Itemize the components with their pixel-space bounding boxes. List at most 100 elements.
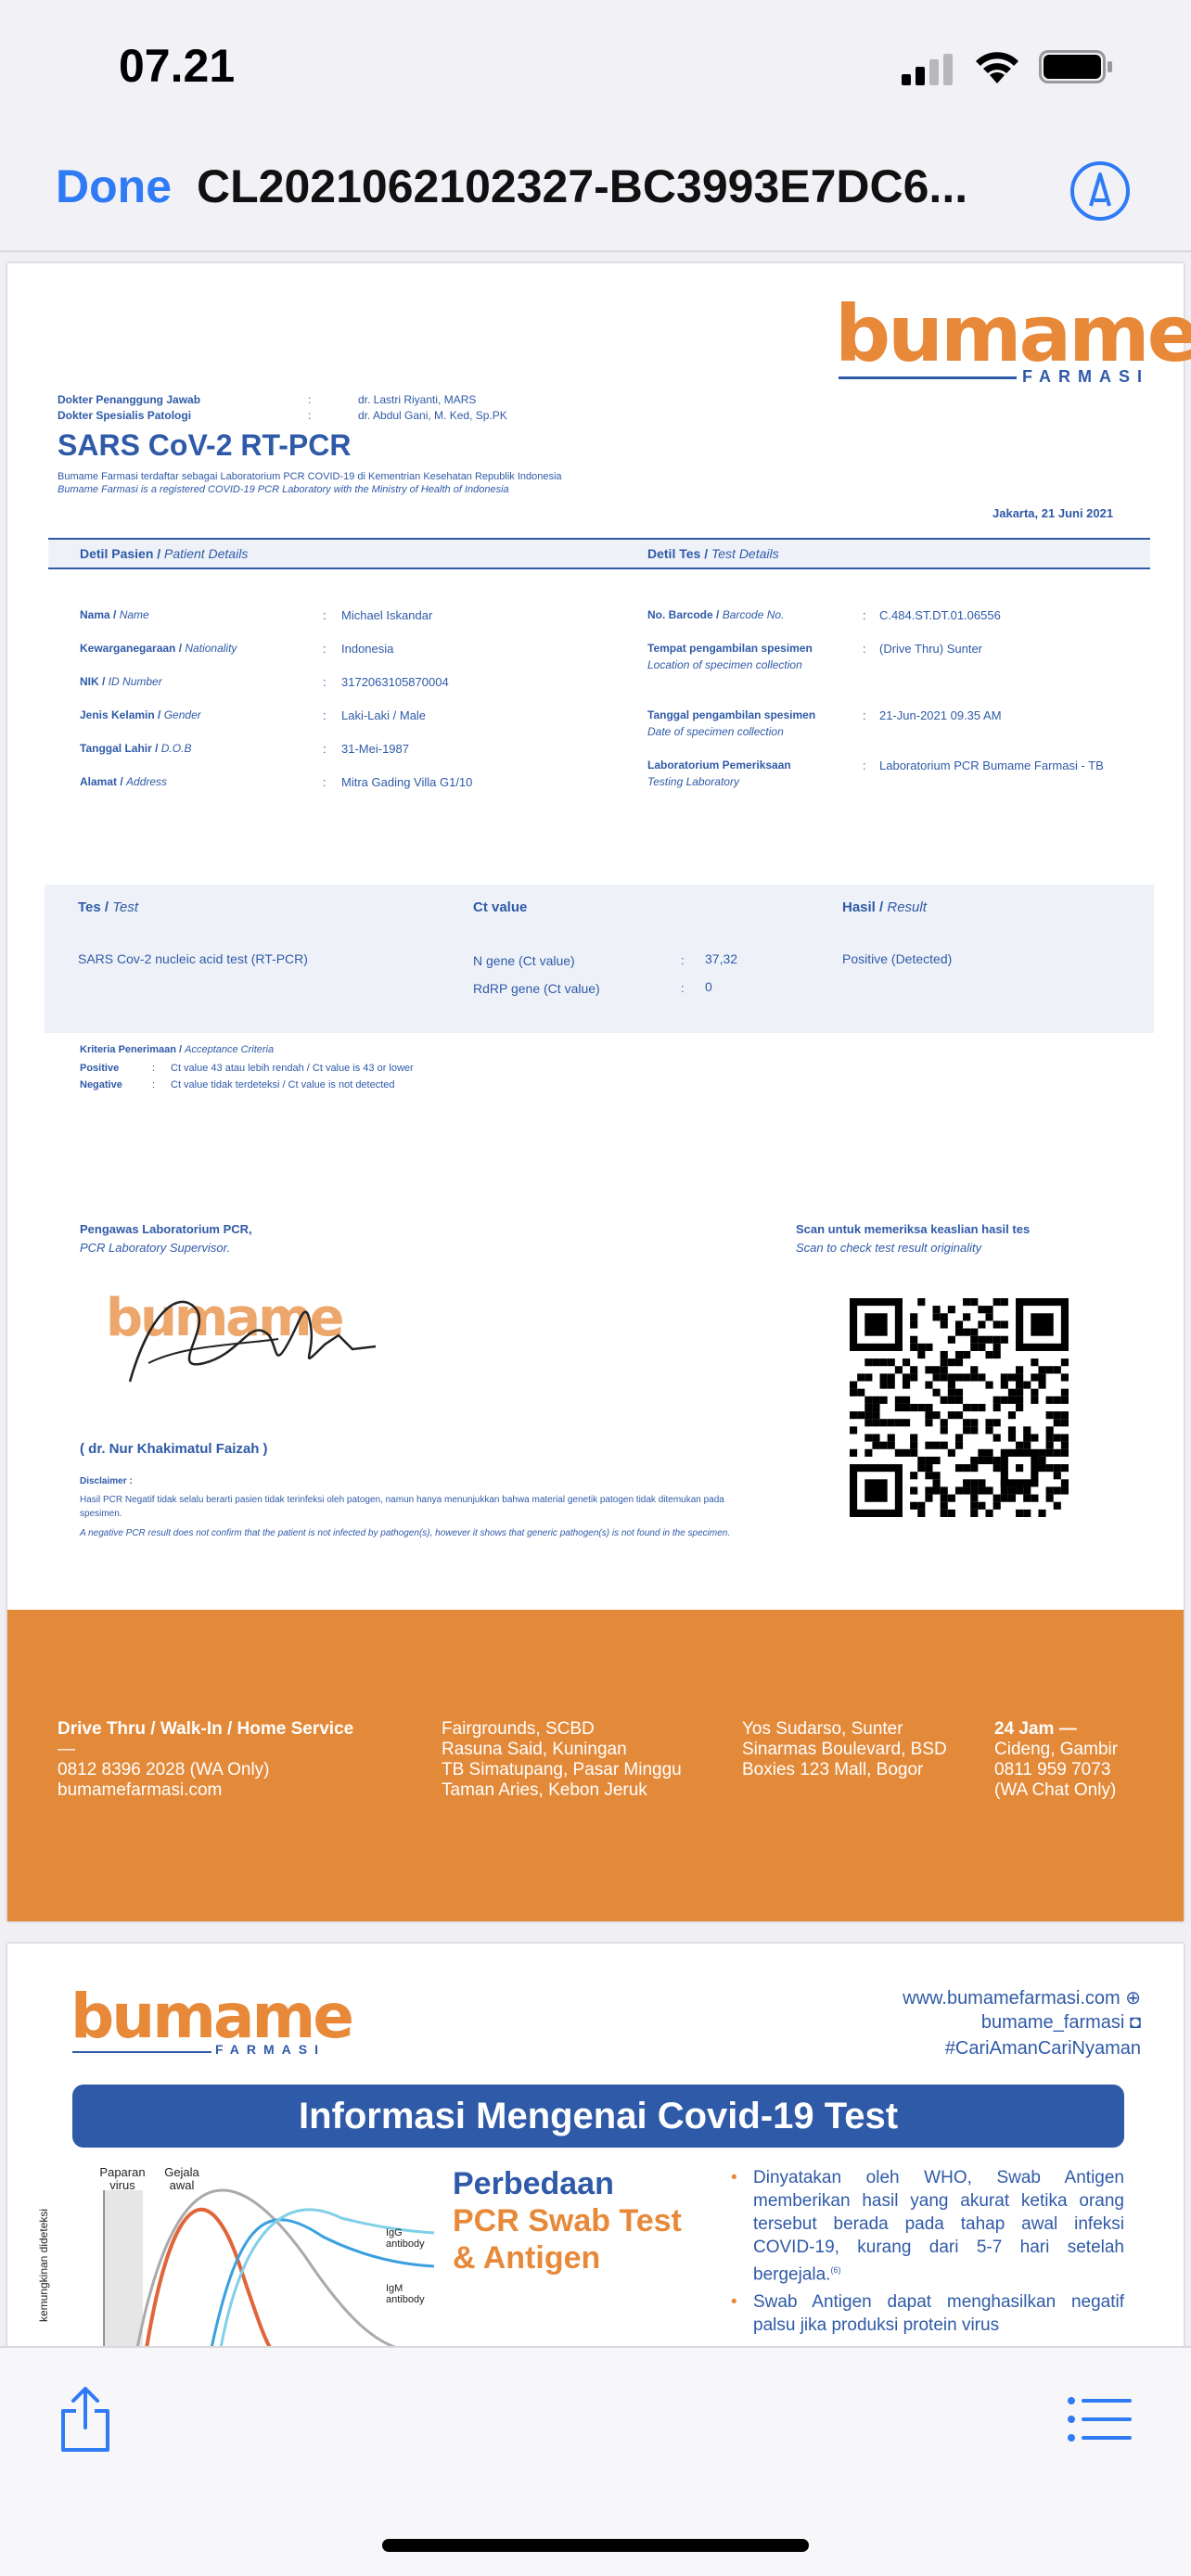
share-icon[interactable] xyxy=(58,2385,113,2454)
supervisor-label-en: PCR Laboratory Supervisor. xyxy=(80,1241,231,1255)
test-field-label: Laboratorium Pemeriksaan xyxy=(647,759,791,772)
test-field-label: Tanggal pengambilan spesimen xyxy=(647,708,816,721)
footer-line: — xyxy=(58,1740,75,1759)
patient-field-label: Nama / Name xyxy=(80,608,149,621)
signature xyxy=(128,1300,377,1383)
n-gene-label: N gene (Ct value) xyxy=(473,953,575,968)
report-date: Jakarta, 21 Juni 2021 xyxy=(992,506,1114,520)
test-field-sublabel: Testing Laboratory xyxy=(647,775,739,788)
disclaimer-heading: Disclaimer : xyxy=(80,1476,133,1486)
footer-line: bumamefarmasi.com xyxy=(58,1780,223,1800)
supervisor-label: Pengawas Laboratorium PCR, xyxy=(80,1222,252,1236)
rdrp-gene-label: RdRP gene (Ct value) xyxy=(473,981,600,996)
patient-field-value: Michael Iskandar xyxy=(341,608,433,622)
chart-label-exposure: Paparan virus xyxy=(99,2165,146,2192)
patient-field-value: 3172063105870004 xyxy=(341,675,449,689)
disclaimer-en: A negative PCR result does not confirm t… xyxy=(80,1528,731,1538)
chart-label-symptom: Gejala awal xyxy=(164,2165,199,2192)
patient-field-value: Indonesia xyxy=(341,642,394,656)
footer-col3: Yos Sudarso, Sunter Sinarmas Boulevard, B… xyxy=(742,1719,983,1780)
diff-title-1: Perbedaan xyxy=(453,2166,614,2201)
footer-line: TB Simatupang, Pasar Minggu xyxy=(442,1760,682,1779)
footer-line: 0811 959 7073 xyxy=(994,1760,1111,1779)
done-button[interactable]: Done xyxy=(56,159,172,213)
footer-line: Rasuna Said, Kuningan xyxy=(442,1740,627,1759)
diff-title-2: PCR Swab Test xyxy=(453,2203,682,2238)
document-title: CL2021062102327-BC3993E7DC6... xyxy=(197,160,968,212)
test-field-value: (Drive Thru) Sunter xyxy=(879,642,983,656)
diff-title-3: & Antigen xyxy=(453,2240,601,2276)
patient-field-value: 31-Mei-1987 xyxy=(341,742,409,756)
doctor2-value: dr. Abdul Gani, M. Ked, Sp.PK xyxy=(358,409,507,422)
criteria-negative-label: Negative xyxy=(80,1079,122,1090)
test-field-sublabel: Location of specimen collection xyxy=(647,658,802,671)
supervisor-name: ( dr. Nur Khakimatul Faizah ) xyxy=(80,1441,268,1457)
rdrp-gene-value: 0 xyxy=(705,979,712,994)
test-field-label: No. Barcode / Barcode No. xyxy=(647,608,785,621)
info-logo: bumame xyxy=(70,1981,354,2052)
report-page: bumame FARMASI Dokter Penanggung Jawab :… xyxy=(7,263,1191,1921)
website[interactable]: www.bumamefarmasi.com ⊕ xyxy=(903,1986,1141,2009)
home-indicator[interactable] xyxy=(382,2539,809,2552)
test-field-value: Laboratorium PCR Bumame Farmasi - TB xyxy=(879,759,1104,772)
patient-field-label: Kewarganegaraan / Nationality xyxy=(80,642,237,655)
scan-label: Scan untuk memeriksa keaslian hasil tes xyxy=(796,1222,1031,1236)
criteria-positive-label: Positive xyxy=(80,1063,120,1074)
patient-field-label: NIK / ID Number xyxy=(80,675,162,688)
report-title: SARS CoV-2 RT-PCR xyxy=(58,428,352,462)
instagram[interactable]: bumame_farmasi ◘ xyxy=(981,2012,1141,2034)
footer-line: Taman Aries, Kebon Jeruk xyxy=(442,1780,647,1800)
clock: 07.21 xyxy=(119,40,236,92)
doctor1-value: dr. Lastri Riyanti, MARS xyxy=(358,393,477,406)
footer-line: 0812 8396 2028 (WA Only) xyxy=(58,1760,270,1779)
signal-icon xyxy=(902,54,955,85)
footer-line: Cideng, Gambir xyxy=(994,1740,1119,1759)
scan-label-en: Scan to check test result originality xyxy=(796,1241,982,1255)
criteria-heading: Kriteria Penerimaan / Acceptance Criteri… xyxy=(80,1044,275,1055)
doctor1-label: Dokter Penanggung Jawab xyxy=(58,393,201,406)
test-field-label: Tempat pengambilan spesimen xyxy=(647,642,813,655)
footer-line: Sinarmas Boulevard, BSD xyxy=(742,1740,947,1759)
disclaimer-id: Hasil PCR Negatif tidak selalu berarti p… xyxy=(80,1495,724,1519)
test-field-value: C.484.ST.DT.01.06556 xyxy=(879,608,1001,622)
results-col-ct: Ct value xyxy=(473,899,528,915)
markup-icon[interactable] xyxy=(1069,159,1132,223)
registration-en: Bumame Farmasi is a registered COVID-19 … xyxy=(58,484,509,495)
footer-line: (WA Chat Only) xyxy=(994,1780,1117,1800)
info-banner: Informasi Mengenai Covid-19 Test xyxy=(72,2085,1124,2148)
n-gene-value: 37,32 xyxy=(705,951,738,966)
info-bullet-1: • Dinyatakan oleh WHO, Swab Antigen memb… xyxy=(731,2168,1124,2285)
wifi-icon xyxy=(976,52,1018,83)
igm-label: IgM antibody xyxy=(386,2283,425,2305)
registration-id: Bumame Farmasi terdaftar sebagai Laborat… xyxy=(58,471,562,482)
test-name: SARS Cov-2 nucleic acid test (RT-PCR) xyxy=(78,951,308,966)
test-details-heading: Detil Tes / Test Details xyxy=(647,546,779,561)
results-col-test: Tes / Test xyxy=(78,899,139,915)
bumame-logo: bumame xyxy=(835,288,1191,379)
doctor2-label: Dokter Spesialis Patologi xyxy=(58,409,192,422)
logo-subtitle: FARMASI xyxy=(1017,367,1149,387)
test-field-sublabel: Date of specimen collection xyxy=(647,725,784,738)
list-icon[interactable] xyxy=(1067,2396,1132,2442)
footer-line: Yos Sudarso, Sunter xyxy=(742,1719,903,1739)
footer-line: Boxies 123 Mall, Bogor xyxy=(742,1760,924,1779)
info-logo-subtitle: FARMASI xyxy=(211,2042,326,2057)
patient-field-label: Jenis Kelamin / Gender xyxy=(80,708,201,721)
info-page: bumame FARMASI www.bumamefarmasi.com ⊕ b… xyxy=(7,1944,1184,2352)
patient-field-value: Laki-Laki / Male xyxy=(341,708,427,722)
battery-icon xyxy=(1039,50,1113,83)
info-bullet-2: • Swab Antigen dapat menghasilkan negati… xyxy=(731,2292,1124,2335)
criteria-negative-text: Ct value tidak terdeteksi / Ct value is … xyxy=(171,1079,395,1090)
footer-col4: 24 Jam — Cideng, Gambir 0811 959 7073 (WA C… xyxy=(994,1719,1180,1801)
status-bar: 07.21 xyxy=(0,0,1191,139)
patient-field-label: Alamat / Address xyxy=(80,775,168,788)
criteria-positive-text: Ct value 43 atau lebih rendah / Ct value… xyxy=(171,1063,414,1074)
patient-field-label: Tanggal Lahir / D.O.B xyxy=(80,742,192,755)
instagram-icon: ◘ xyxy=(1129,2012,1141,2033)
igg-label: IgG antibody xyxy=(386,2227,425,2250)
qr-code[interactable] xyxy=(850,1298,1069,1517)
chart-y-label: kemungkinan dideteksi xyxy=(37,2208,51,2323)
footer-col1: Drive Thru / Walk-In / Home Service —0812… xyxy=(58,1719,429,1801)
globe-icon: ⊕ xyxy=(1125,1988,1141,2009)
results-col-result: Hasil / Result xyxy=(842,899,927,915)
